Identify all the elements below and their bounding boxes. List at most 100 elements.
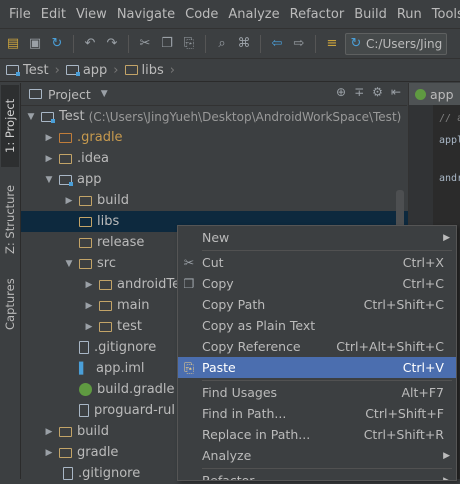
menu-file[interactable]: File xyxy=(4,7,36,22)
tree-label: build.gradle xyxy=(97,382,175,397)
menu-item-label: Copy Reference xyxy=(202,339,301,354)
menu-edit[interactable]: Edit xyxy=(36,7,71,22)
menu-separator xyxy=(202,468,452,469)
module-folder-icon xyxy=(65,65,80,76)
menu-item-label: Copy as Plain Text xyxy=(202,318,316,333)
menu-item-find-in-path[interactable]: Find in Path... Ctrl+Shift+F xyxy=(178,403,456,424)
cut-icon[interactable]: ✂ xyxy=(136,35,154,53)
save-icon[interactable]: ▣ xyxy=(26,35,44,53)
expand-arrow-icon[interactable]: ▼ xyxy=(43,175,55,185)
sync-icon[interactable]: ↻ xyxy=(48,35,66,53)
menu-item-label: Analyze xyxy=(202,448,252,463)
collapse-arrow-icon[interactable]: ▶ xyxy=(43,448,55,458)
editor-tab[interactable]: app xyxy=(409,83,460,105)
menu-item-copy-path[interactable]: Copy Path Ctrl+Shift+C xyxy=(178,294,456,315)
collapse-icon[interactable]: ∓ xyxy=(354,85,364,99)
gear-icon[interactable]: ⚙ xyxy=(372,85,383,99)
menu-item-shortcut: Ctrl+C xyxy=(402,276,444,291)
breadcrumb-label: app xyxy=(82,62,108,78)
menu-navigate[interactable]: Navigate xyxy=(112,7,180,22)
menu-view[interactable]: View xyxy=(71,7,112,22)
chevron-right-icon: ▶ xyxy=(443,232,450,243)
menu-item-label: Copy xyxy=(202,276,234,291)
expand-arrow-icon[interactable]: ▼ xyxy=(25,112,37,122)
toolbar-divider xyxy=(260,34,261,53)
toolbar-divider xyxy=(73,34,74,53)
tool-window-strip: 1: Project Z: Structure Captures xyxy=(0,83,21,479)
tree-row[interactable]: ▶ build xyxy=(21,190,449,211)
gradle-file-icon xyxy=(79,383,92,396)
collapse-arrow-icon[interactable]: ▶ xyxy=(43,427,55,437)
path-selector[interactable]: ↻ C:/Users/Jing xyxy=(345,32,448,55)
menu-item-new[interactable]: New ▶ xyxy=(178,227,456,248)
menu-item-copy-plain-text[interactable]: Copy as Plain Text xyxy=(178,315,456,336)
chevron-down-icon[interactable]: ▼ xyxy=(101,89,108,99)
collapse-arrow-icon[interactable]: ▶ xyxy=(43,154,55,164)
target-icon[interactable]: ⊕ xyxy=(336,85,346,99)
replace-icon[interactable]: ⌘ xyxy=(235,35,253,53)
tree-label: release xyxy=(97,235,145,250)
project-folder-icon xyxy=(41,111,55,123)
redo-icon[interactable]: ↷ xyxy=(103,35,121,53)
menu-item-label: Find Usages xyxy=(202,385,278,400)
menu-tools[interactable]: Tools xyxy=(427,7,460,22)
menu-build[interactable]: Build xyxy=(349,7,392,22)
folder-icon xyxy=(79,258,92,269)
menu-item-cut[interactable]: ✂ Cut Ctrl+X xyxy=(178,252,456,273)
menu-item-paste[interactable]: ⎘ Paste Ctrl+V xyxy=(178,357,456,378)
menu-item-replace-in-path[interactable]: Replace in Path... Ctrl+Shift+R xyxy=(178,424,456,445)
menu-item-label: Copy Path xyxy=(202,297,266,312)
menu-item-refactor[interactable]: Refactor ▶ xyxy=(178,470,456,481)
tab-project-label: 1: Project xyxy=(3,98,17,154)
context-menu: New ▶ ✂ Cut Ctrl+X ❐ Copy Ctrl+C Copy Pa… xyxy=(177,225,457,481)
toolbar-divider xyxy=(128,34,129,53)
tree-label: main xyxy=(117,298,150,313)
menu-refactor[interactable]: Refactor xyxy=(285,7,350,22)
copy-icon[interactable]: ❐ xyxy=(158,35,176,53)
menu-item-analyze[interactable]: Analyze ▶ xyxy=(178,445,456,466)
menu-analyze[interactable]: Analyze xyxy=(223,7,284,22)
breadcrumb-item-test[interactable]: Test › xyxy=(6,63,66,78)
path-text: C:/Users/Jing xyxy=(366,36,443,51)
breadcrumb-item-libs[interactable]: libs › xyxy=(124,63,181,78)
find-icon[interactable]: ⌕ xyxy=(213,35,231,53)
tree-row-root[interactable]: ▼ Test (C:\Users\JingYueh\Desktop\Androi… xyxy=(21,106,411,127)
menu-code[interactable]: Code xyxy=(180,7,223,22)
project-view-icon xyxy=(29,89,42,99)
view-selector[interactable]: Project xyxy=(48,87,91,102)
collapse-arrow-icon[interactable]: ▶ xyxy=(63,196,75,206)
module-file-icon: ▌ xyxy=(79,362,88,375)
tree-label: app xyxy=(77,172,102,187)
paste-icon[interactable]: ⎘ xyxy=(180,35,198,53)
back-icon[interactable]: ⇦ xyxy=(268,35,286,53)
tab-captures[interactable]: Captures xyxy=(1,269,19,339)
tree-label: libs xyxy=(97,214,120,229)
open-folder-icon[interactable]: ▤ xyxy=(4,35,22,53)
hide-icon[interactable]: ⇤ xyxy=(391,85,401,99)
forward-icon[interactable]: ⇨ xyxy=(290,35,308,53)
menu-run[interactable]: Run xyxy=(392,7,427,22)
folder-icon xyxy=(99,300,112,311)
menu-item-copy-reference[interactable]: Copy Reference Ctrl+Alt+Shift+C xyxy=(178,336,456,357)
tree-row[interactable]: ▶ .idea xyxy=(21,148,429,169)
menu-item-label: Find in Path... xyxy=(202,406,287,421)
collapse-arrow-icon[interactable]: ▶ xyxy=(83,280,95,290)
collapse-arrow-icon[interactable]: ▶ xyxy=(83,322,95,332)
menu-item-find-usages[interactable]: Find Usages Alt+F7 xyxy=(178,382,456,403)
folder-icon xyxy=(124,65,138,75)
tab-structure[interactable]: Z: Structure xyxy=(1,173,19,267)
tree-row[interactable]: ▶ .gradle xyxy=(21,127,429,148)
breadcrumb-item-app[interactable]: app › xyxy=(65,62,125,78)
tree-row[interactable]: ▼ app xyxy=(21,169,429,190)
collapse-arrow-icon[interactable]: ▶ xyxy=(83,301,95,311)
tree-label: gradle xyxy=(77,445,119,460)
expand-arrow-icon[interactable]: ▼ xyxy=(63,259,75,269)
menu-item-shortcut: Ctrl+X xyxy=(402,255,444,270)
collapse-arrow-icon[interactable]: ▶ xyxy=(43,133,55,143)
binary-icon[interactable]: ≡ xyxy=(323,35,341,53)
chevron-right-icon: ▶ xyxy=(443,475,450,481)
tab-project[interactable]: 1: Project xyxy=(1,85,19,167)
text-file-icon xyxy=(79,341,89,354)
undo-icon[interactable]: ↶ xyxy=(81,35,99,53)
menu-item-copy[interactable]: ❐ Copy Ctrl+C xyxy=(178,273,456,294)
